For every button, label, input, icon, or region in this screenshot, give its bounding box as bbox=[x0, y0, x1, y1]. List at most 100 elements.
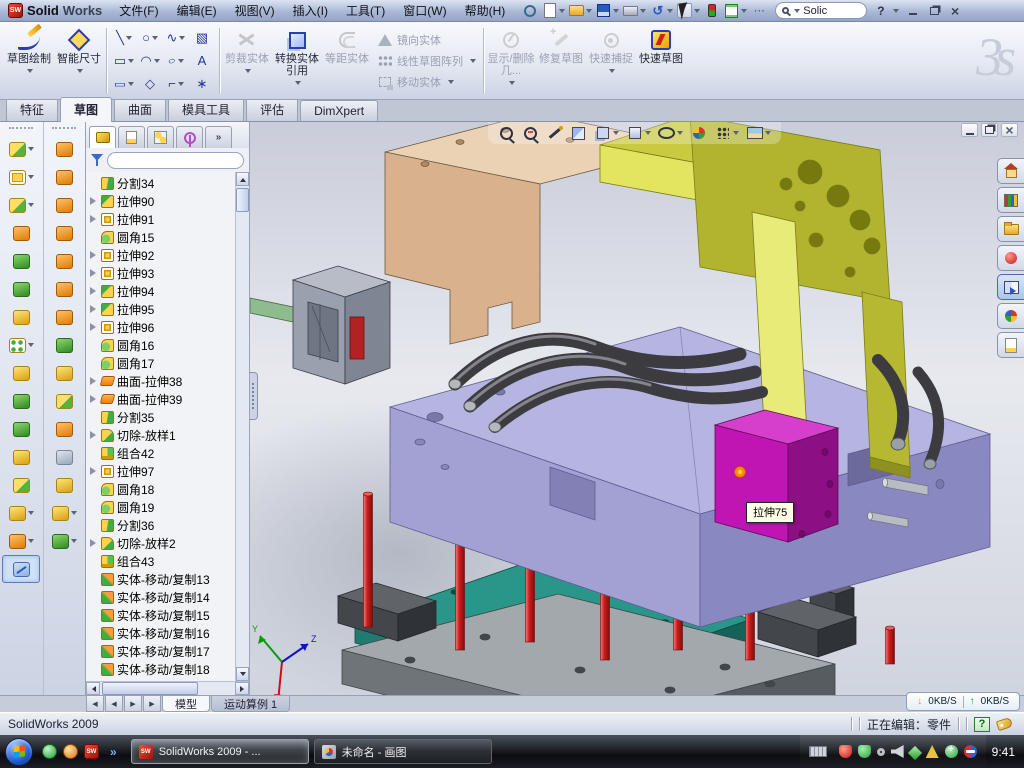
dropdown-arrow-icon[interactable] bbox=[152, 36, 158, 43]
feature-surface-extrude38[interactable]: 曲面-拉伸38 bbox=[88, 372, 235, 390]
feature-loft-cut1[interactable]: 切除-放样1 bbox=[88, 426, 235, 444]
rectangle-tool[interactable]: ▭ bbox=[111, 49, 137, 72]
arc-tool[interactable]: ◠ bbox=[137, 49, 163, 72]
dropdown-arrow-icon[interactable] bbox=[559, 9, 565, 16]
scroll-thumb[interactable] bbox=[236, 188, 249, 212]
curve-tool[interactable] bbox=[2, 527, 40, 555]
taskpane-view-palette-tab[interactable] bbox=[997, 274, 1024, 300]
feature-move-copy18[interactable]: 实体-移动/复制18 bbox=[88, 660, 235, 678]
dimxpert-tab[interactable] bbox=[176, 126, 203, 148]
scroll-left-button[interactable] bbox=[86, 682, 100, 695]
measure-tool[interactable] bbox=[2, 555, 40, 583]
dropdown-arrow-icon[interactable] bbox=[126, 36, 132, 43]
elbow-tool[interactable] bbox=[45, 415, 83, 443]
next-tab-button[interactable]: ▶ bbox=[124, 696, 142, 712]
dropdown-arrow-icon[interactable] bbox=[27, 69, 33, 76]
security-red-shield-icon[interactable] bbox=[839, 745, 852, 758]
feature-move-copy15[interactable]: 实体-移动/复制15 bbox=[88, 606, 235, 624]
feature-surface-extrude39[interactable]: 曲面-拉伸39 bbox=[88, 390, 235, 408]
taskbar-clock[interactable]: 9:41 bbox=[992, 745, 1015, 759]
doc-close-button[interactable] bbox=[1001, 123, 1018, 137]
feature-split36[interactable]: 分割36 bbox=[88, 516, 235, 534]
minimize-button[interactable] bbox=[905, 4, 922, 18]
quick-launch-overflow[interactable]: » bbox=[108, 745, 119, 759]
circle-tool[interactable]: ○ bbox=[137, 26, 163, 49]
feature-extrude91[interactable]: 拉伸91 bbox=[88, 210, 235, 228]
move-entities-button[interactable]: 移动实体 bbox=[374, 72, 479, 91]
new-document-button[interactable] bbox=[540, 1, 567, 20]
smart-dimension-button[interactable]: 智能尺寸 bbox=[54, 24, 104, 97]
view-orientation-button[interactable] bbox=[594, 125, 619, 142]
sync-blocked-icon[interactable] bbox=[964, 745, 977, 758]
expander-arrow-icon[interactable] bbox=[89, 269, 98, 278]
configurationmanager-tab[interactable] bbox=[147, 126, 174, 148]
undo-button[interactable] bbox=[648, 1, 675, 20]
close-button[interactable] bbox=[947, 4, 964, 18]
dropdown-arrow-icon[interactable] bbox=[448, 80, 454, 87]
first-tab-button[interactable]: ◀ bbox=[86, 696, 104, 712]
model-canvas[interactable]: Y Z X bbox=[250, 122, 1024, 695]
tab-motion-study-1[interactable]: 运动算例 1 bbox=[211, 696, 290, 712]
menu-window[interactable]: 窗口(W) bbox=[394, 0, 455, 22]
menu-insert[interactable]: 插入(I) bbox=[284, 0, 337, 22]
menu-file[interactable]: 文件(F) bbox=[110, 0, 167, 22]
ellipse-tool[interactable]: ○ bbox=[163, 49, 189, 72]
dropdown-arrow-icon[interactable] bbox=[154, 59, 160, 66]
quicklaunch-launcher[interactable] bbox=[63, 744, 78, 759]
help-button[interactable]: ? bbox=[873, 4, 888, 18]
core-tool[interactable] bbox=[45, 471, 83, 499]
mirror-feature-tool[interactable] bbox=[2, 415, 40, 443]
scroll-right-button[interactable] bbox=[235, 682, 249, 695]
display-style-button[interactable] bbox=[626, 125, 651, 142]
feature-extrude94[interactable]: 拉伸94 bbox=[88, 282, 235, 300]
reference-point-tool[interactable] bbox=[2, 499, 40, 527]
feature-split34[interactable]: 分割34 bbox=[88, 174, 235, 192]
taskpane-home-tab[interactable] bbox=[997, 158, 1024, 184]
shell-tool[interactable] bbox=[2, 275, 40, 303]
dropdown-arrow-icon[interactable] bbox=[586, 9, 592, 16]
reference-point-tool-2[interactable] bbox=[45, 499, 83, 527]
dropdown-arrow-icon[interactable] bbox=[613, 131, 619, 138]
save-button[interactable] bbox=[594, 1, 621, 20]
doc-restore-button[interactable] bbox=[981, 123, 998, 137]
fillet-feature-tool[interactable] bbox=[2, 191, 40, 219]
expander-arrow-icon[interactable] bbox=[89, 467, 98, 476]
search-box[interactable]: Solic bbox=[775, 2, 867, 19]
dropdown-arrow-icon[interactable] bbox=[509, 81, 515, 88]
dropdown-arrow-icon[interactable] bbox=[28, 539, 34, 546]
tooling-split-tool[interactable] bbox=[45, 387, 83, 415]
scroll-thumb[interactable] bbox=[102, 682, 198, 695]
point-tool[interactable]: ∗ bbox=[189, 72, 215, 95]
feature-move-copy16[interactable]: 实体-移动/复制16 bbox=[88, 624, 235, 642]
dropdown-arrow-icon[interactable] bbox=[667, 9, 673, 16]
search-dropdown-icon[interactable] bbox=[794, 9, 800, 16]
doc-minimize-button[interactable] bbox=[961, 123, 978, 137]
dropdown-arrow-icon[interactable] bbox=[128, 82, 134, 89]
expander-arrow-icon[interactable] bbox=[89, 377, 98, 386]
dropdown-arrow-icon[interactable] bbox=[694, 9, 700, 16]
feature-extrude93[interactable]: 拉伸93 bbox=[88, 264, 235, 282]
extruded-cut-tool[interactable] bbox=[2, 163, 40, 191]
undercut-analysis-tool[interactable] bbox=[45, 359, 83, 387]
feature-combine43[interactable]: 组合43 bbox=[88, 552, 235, 570]
panel-splitter-grip[interactable] bbox=[250, 372, 258, 420]
print-button[interactable] bbox=[621, 1, 648, 20]
volume-icon[interactable] bbox=[891, 745, 904, 758]
vpn-pin-icon[interactable] bbox=[910, 746, 920, 758]
input-keyboard-icon[interactable] bbox=[809, 746, 833, 757]
expander-arrow-icon[interactable] bbox=[89, 305, 98, 314]
feature-extrude92[interactable]: 拉伸92 bbox=[88, 246, 235, 264]
feature-move-copy14[interactable]: 实体-移动/复制14 bbox=[88, 588, 235, 606]
antivirus-green-shield-icon[interactable] bbox=[858, 745, 871, 758]
feature-extrude90[interactable]: 拉伸90 bbox=[88, 192, 235, 210]
tab-features[interactable]: 特征 bbox=[6, 97, 58, 121]
feature-move-copy13[interactable]: 实体-移动/复制13 bbox=[88, 570, 235, 588]
dropdown-arrow-icon[interactable] bbox=[71, 539, 77, 546]
spline-tool[interactable]: ∿ bbox=[163, 26, 189, 49]
expander-arrow-icon[interactable] bbox=[89, 431, 98, 440]
filter-input[interactable] bbox=[107, 152, 244, 169]
tab-surfaces[interactable]: 曲面 bbox=[114, 97, 166, 121]
dropdown-arrow-icon[interactable] bbox=[28, 343, 34, 350]
swept-flag-tool[interactable] bbox=[45, 135, 83, 163]
pin-toolbar-icon[interactable] bbox=[520, 1, 540, 20]
